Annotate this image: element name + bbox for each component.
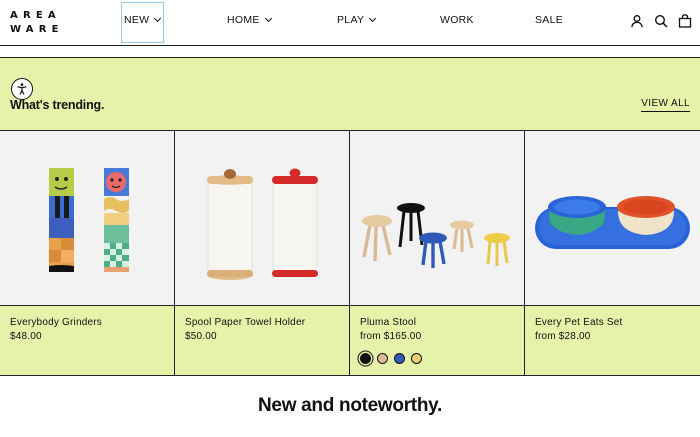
view-all-link[interactable]: VIEW ALL	[641, 98, 690, 112]
product-info: Every Pet Eats Set from $28.00	[525, 306, 700, 375]
search-icon[interactable]	[654, 14, 668, 28]
site-header: AREA WARE NEW HOME PLAY WORK SALE	[0, 0, 700, 46]
product-card[interactable]: Pluma Stool from $165.00	[350, 131, 525, 376]
swatch-black[interactable]	[360, 353, 371, 364]
swatch-blue[interactable]	[394, 353, 405, 364]
cart-icon[interactable]	[678, 14, 692, 28]
product-name[interactable]: Spool Paper Towel Holder	[185, 316, 339, 330]
product-card[interactable]: Spool Paper Towel Holder $50.00	[175, 131, 350, 376]
product-name[interactable]: Every Pet Eats Set	[535, 316, 690, 330]
nav-label-sale: SALE	[535, 14, 564, 26]
nav-item-home[interactable]: HOME	[227, 14, 272, 26]
product-price: from $28.00	[535, 331, 591, 342]
color-swatches	[360, 353, 514, 364]
nav-item-work[interactable]: WORK	[440, 14, 474, 26]
product-image[interactable]	[525, 131, 700, 306]
nav-item-play[interactable]: PLAY	[337, 14, 377, 26]
nav-label-work: WORK	[440, 14, 474, 26]
trending-title: What's trending.	[10, 98, 105, 112]
product-grid: Everybody Grinders $48.00 Spool Paper To…	[0, 131, 700, 376]
product-name[interactable]: Everybody Grinders	[10, 316, 164, 330]
swatch-natural[interactable]	[377, 353, 388, 364]
main-nav: NEW HOME PLAY WORK SALE	[0, 0, 600, 44]
nav-label-new: NEW	[124, 14, 150, 26]
product-info: Spool Paper Towel Holder $50.00	[175, 306, 349, 375]
product-info: Pluma Stool from $165.00	[350, 306, 524, 375]
product-name[interactable]: Pluma Stool	[360, 316, 514, 330]
chevron-down-icon	[369, 14, 377, 23]
product-price: $48.00	[10, 331, 42, 342]
nav-item-new[interactable]: NEW	[124, 14, 162, 26]
accessibility-icon[interactable]	[11, 78, 33, 100]
product-image[interactable]	[0, 131, 174, 306]
product-price: from $165.00	[360, 331, 422, 342]
product-info: Everybody Grinders $48.00	[0, 306, 174, 375]
swatch-yellow[interactable]	[411, 353, 422, 364]
nav-item-sale[interactable]: SALE	[535, 14, 563, 26]
trending-header: What's trending. VIEW ALL	[0, 57, 700, 131]
chevron-down-icon	[264, 14, 272, 23]
product-card[interactable]: Everybody Grinders $48.00	[0, 131, 175, 376]
account-icon[interactable]	[630, 14, 644, 28]
nav-label-play: PLAY	[337, 14, 365, 26]
header-icons	[630, 14, 692, 28]
noteworthy-title: New and noteworthy.	[258, 395, 442, 416]
nav-label-home: HOME	[227, 14, 260, 26]
product-card[interactable]: Every Pet Eats Set from $28.00	[525, 131, 700, 376]
chevron-down-icon	[154, 14, 162, 23]
product-image[interactable]	[350, 131, 524, 306]
product-price: $50.00	[185, 331, 217, 342]
product-image[interactable]	[175, 131, 349, 306]
